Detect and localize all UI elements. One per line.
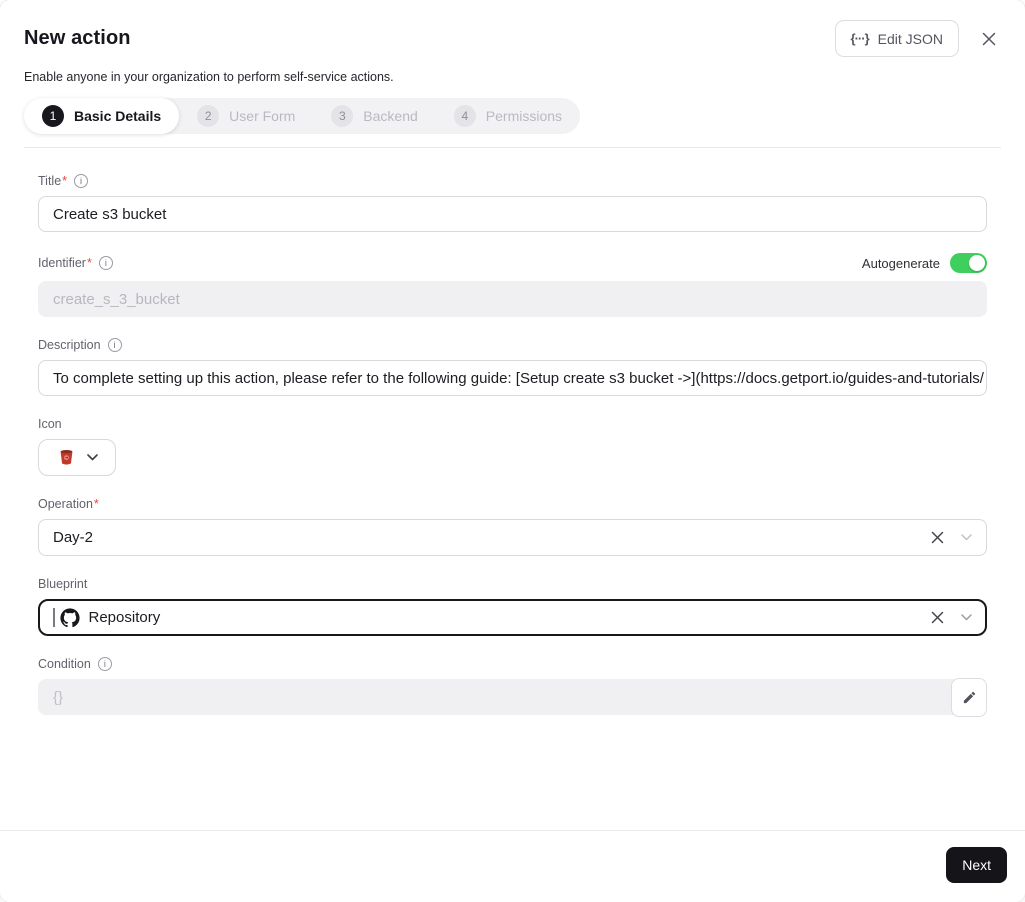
autogenerate-label: Autogenerate [861,255,940,271]
field-description: Description i [38,338,987,396]
icon-dropdown[interactable] [38,439,116,476]
title-label: Title* [38,174,68,188]
required-asterisk: * [86,256,92,270]
operation-label: Operation* [38,497,99,511]
form-content: Title* i Identifier* i Autogenerate [0,148,1025,830]
blueprint-label: Blueprint [38,577,88,591]
close-button[interactable] [977,27,1001,51]
autogenerate-toggle[interactable] [950,253,987,273]
required-asterisk: * [93,497,99,511]
modal-header: New action {···} Edit JSON Enable anyone… [0,0,1025,148]
step-label: Basic Details [74,108,162,124]
identifier-label: Identifier* [38,256,92,270]
step-permissions[interactable]: 4 Permissions [436,98,580,134]
step-label: User Form [229,108,296,124]
info-icon[interactable]: i [74,174,89,188]
step-number: 3 [331,105,354,127]
github-icon [59,607,80,628]
next-button[interactable]: Next [946,847,1007,883]
info-icon[interactable]: i [107,338,122,352]
field-title: Title* i [38,174,987,232]
stepper: 1 Basic Details 2 User Form 3 Backend 4 … [24,98,581,134]
description-input[interactable] [38,360,987,396]
text-cursor [53,608,55,627]
page-title: New action [24,27,131,49]
edit-condition-button[interactable] [951,678,987,717]
required-asterisk: * [62,174,68,188]
info-icon[interactable]: i [98,256,113,270]
edit-json-button[interactable]: {···} Edit JSON [834,20,959,57]
operation-value: Day-2 [53,529,94,546]
step-number: 4 [453,105,476,127]
chevron-down-icon[interactable] [86,454,98,461]
step-backend[interactable]: 3 Backend [313,98,435,134]
field-operation: Operation* Day-2 [38,497,987,556]
description-label: Description [38,338,101,352]
new-action-modal: New action {···} Edit JSON Enable anyone… [0,0,1025,902]
edit-json-label: Edit JSON [877,30,943,47]
operation-select[interactable]: Day-2 [38,519,987,556]
field-icon: Icon [38,417,987,476]
chevron-down-icon[interactable] [961,534,972,541]
close-icon [982,32,996,45]
condition-input[interactable] [38,679,987,715]
step-basic-details[interactable]: 1 Basic Details [24,98,180,134]
modal-footer: Next [0,830,1025,902]
identifier-input[interactable] [38,281,987,317]
step-user-form[interactable]: 2 User Form [179,98,313,134]
icon-label: Icon [38,417,62,431]
toggle-knob [969,255,985,271]
field-identifier: Identifier* i Autogenerate [38,253,987,317]
step-label: Backend [363,108,418,124]
chevron-down-icon[interactable] [961,614,972,621]
field-condition: Condition i [38,657,987,717]
step-number: 1 [42,105,64,127]
modal-subtitle: Enable anyone in your organization to pe… [24,70,394,84]
clear-icon[interactable] [931,611,944,624]
title-input[interactable] [38,196,987,232]
blueprint-value: Repository [88,609,161,626]
info-icon[interactable]: i [97,657,112,671]
step-label: Permissions [485,108,563,124]
condition-label: Condition [38,657,91,671]
step-number: 2 [197,105,220,127]
field-blueprint: Blueprint Repository [38,577,987,636]
curly-braces-icon: {···} [850,31,870,46]
clear-icon[interactable] [931,531,944,544]
aws-s3-icon [60,450,72,465]
blueprint-select[interactable]: Repository [38,599,987,636]
pencil-icon [963,691,975,704]
